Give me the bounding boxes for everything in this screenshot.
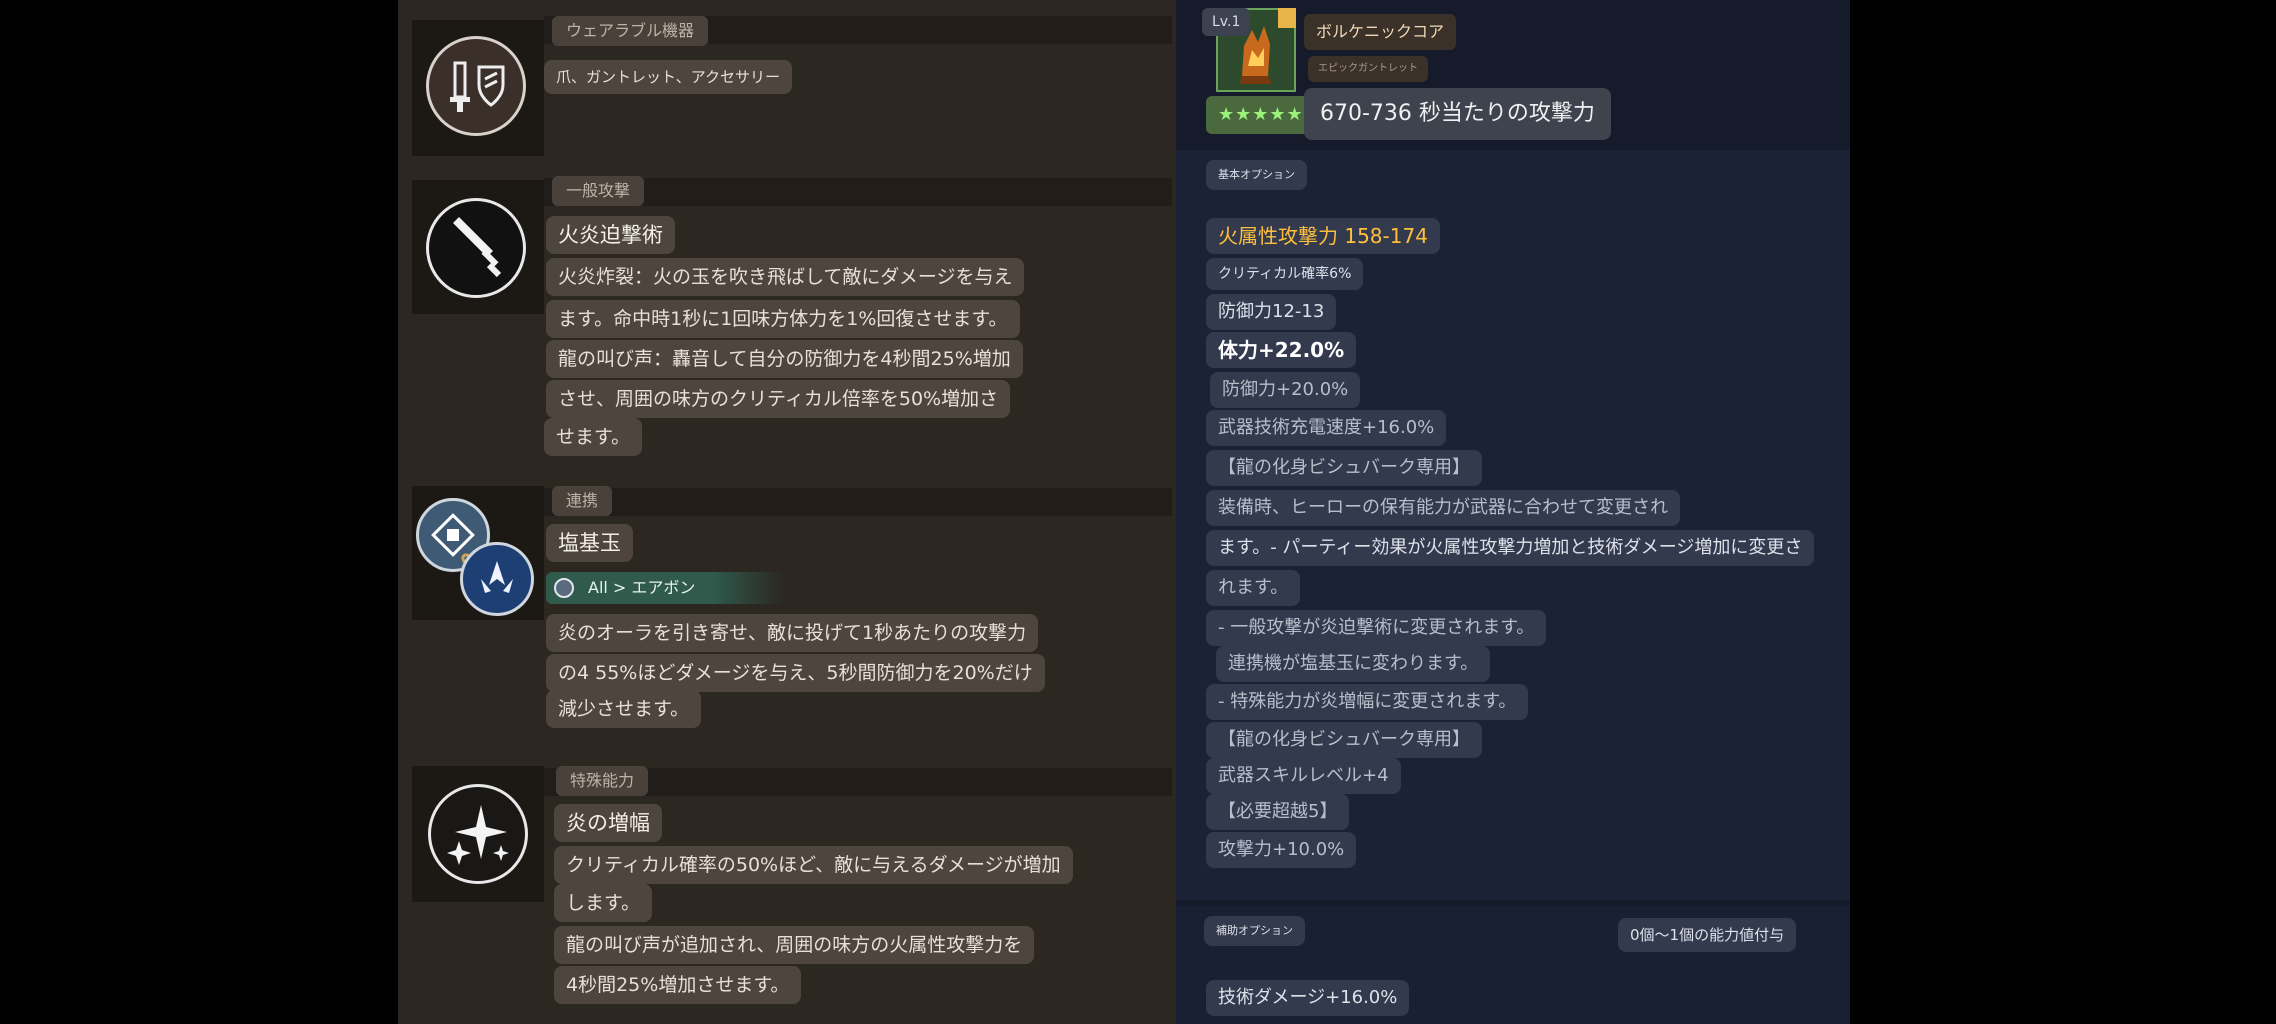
chain-tag-icon xyxy=(554,578,574,598)
base-option-line: クリティカル確率6% xyxy=(1206,258,1364,290)
special-desc-line: クリティカル確率の50%ほど、敵に与えるダメージが増加 xyxy=(554,846,1073,884)
chain-header-bar xyxy=(544,488,1172,516)
sword-shield-icon xyxy=(426,36,526,136)
chain-desc-line: の4 55%ほどダメージを与え、5秒間防御力を20%だけ xyxy=(546,654,1045,692)
chain-name: 塩基玉 xyxy=(546,524,633,562)
chain-tag-label: All > エアボン xyxy=(588,578,696,597)
base-option-line: 体力+22.0% xyxy=(1206,332,1357,368)
bookmark-icon xyxy=(1278,8,1296,28)
item-level: Lv.1 xyxy=(1202,8,1251,36)
air-emblem-icon xyxy=(460,542,534,616)
special-desc-line: します。 xyxy=(554,884,653,922)
normal-attack-icon-box xyxy=(412,180,544,314)
wearable-icon-box xyxy=(412,20,544,156)
sub-options-grant: 0個〜1個の能力値付与 xyxy=(1618,918,1797,952)
base-option-line: 【龍の化身ビシュバーク専用】 xyxy=(1206,450,1482,486)
base-option-line: 【龍の化身ビシュバーク専用】 xyxy=(1206,722,1482,758)
item-subtitle: エピックガントレット xyxy=(1308,56,1428,82)
base-option-line: - 特殊能力が炎増幅に変更されます。 xyxy=(1206,684,1529,720)
base-option-line: 防御力12-13 xyxy=(1206,294,1337,330)
item-name: ボルケニックコア xyxy=(1304,14,1457,50)
chain-icon-box xyxy=(412,486,544,620)
base-option-line: 装備時、ヒーローの保有能力が武器に合わせて変更され xyxy=(1206,490,1680,526)
base-option-line: ます。- パーティー効果が火属性攻撃力増加と技術ダメージ増加に変更さ xyxy=(1206,530,1815,566)
sub-options-header: 補助オプション xyxy=(1204,916,1305,946)
wearable-category-label: ウェアラブル機器 xyxy=(552,16,709,46)
base-option-line: れます。 xyxy=(1206,570,1301,606)
base-option-line: 武器技術充電速度+16.0% xyxy=(1206,410,1447,446)
wearable-items: 爪、ガントレット、アクセサリー xyxy=(544,60,792,94)
special-name: 炎の増幅 xyxy=(554,804,662,842)
chain-desc-line: 減少させます。 xyxy=(546,690,702,728)
dagger-icon xyxy=(426,198,526,298)
item-detail-panel: Lv.1 ★★★★★ ボルケニックコア エピックガントレット 670-736 秒… xyxy=(1176,0,1850,1024)
base-option-line: 防御力+20.0% xyxy=(1210,372,1361,408)
weapon-skill-panel: ウェアラブル機器 爪、ガントレット、アクセサリー 一般攻撃 火炎迫撃術 火炎炸裂… xyxy=(398,0,1176,1024)
normal-attack-desc-line: 火炎炸裂：火の玉を吹き飛ばして敵にダメージを与え xyxy=(546,258,1025,296)
base-option-line: 火属性攻撃力 158-174 xyxy=(1206,218,1440,254)
normal-attack-name: 火炎迫撃術 xyxy=(546,216,675,254)
base-option-line: 連携機が塩基玉に変わります。 xyxy=(1216,646,1491,682)
special-desc-line: 4秒間25%増加させます。 xyxy=(554,966,802,1004)
base-option-line: 【必要超越5】 xyxy=(1206,794,1350,830)
base-options-header: 基本オプション xyxy=(1206,160,1307,190)
chain-tag: All > エアボン xyxy=(546,572,784,604)
normal-attack-desc-line: 龍の叫び声：轟音して自分の防御力を4秒間25%増加 xyxy=(546,340,1023,378)
base-option-line: - 一般攻撃が炎迫撃術に変更されます。 xyxy=(1206,610,1547,646)
special-desc-line: 龍の叫び声が追加され、周囲の味方の火属性攻撃力を xyxy=(554,926,1035,964)
chain-category-label: 連携 xyxy=(552,486,613,516)
normal-attack-category-label: 一般攻撃 xyxy=(552,176,645,206)
base-option-line: 武器スキルレベル+4 xyxy=(1206,758,1401,794)
normal-attack-desc-line: させ、周囲の味方のクリティカル倍率を50%増加さ xyxy=(546,380,1011,418)
special-icon-box xyxy=(412,766,544,902)
sparkle-icon xyxy=(428,784,528,884)
normal-attack-desc-line: せます。 xyxy=(544,418,643,456)
chain-desc-line: 炎のオーラを引き寄せ、敵に投げて1秒あたりの攻撃力 xyxy=(546,614,1039,652)
sub-option-line: 技術ダメージ+16.0% xyxy=(1206,980,1410,1016)
item-stars: ★★★★★ xyxy=(1206,96,1316,134)
game-screen: ウェアラブル機器 爪、ガントレット、アクセサリー 一般攻撃 火炎迫撃術 火炎炸裂… xyxy=(398,0,1850,1024)
normal-attack-desc-line: ます。命中時1秒に1回味方体力を1%回復させます。 xyxy=(546,300,1020,338)
item-attack: 670-736 秒当たりの攻撃力 xyxy=(1304,88,1611,140)
special-category-label: 特殊能力 xyxy=(556,766,649,796)
base-option-line: 攻撃力+10.0% xyxy=(1206,832,1357,868)
